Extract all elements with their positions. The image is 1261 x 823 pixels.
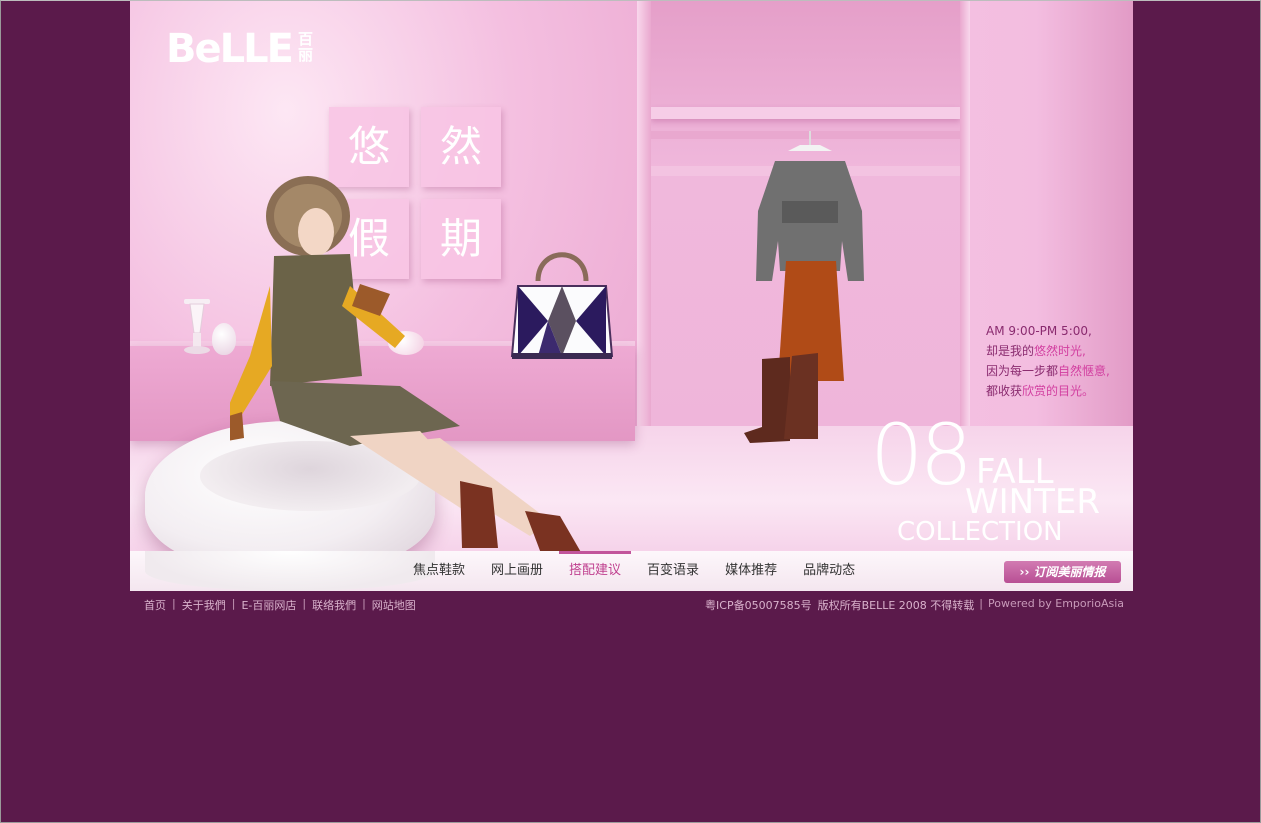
pillar-right <box>960 1 970 431</box>
nav-item-focus-shoes[interactable]: 焦点鞋款 <box>400 551 478 591</box>
tagline-highlight: 悠然时光, <box>1034 344 1086 358</box>
tagline-text: 因为每一步都 <box>986 364 1059 378</box>
divider: | <box>231 597 236 610</box>
double-chevron-icon: ›› <box>1019 565 1030 579</box>
chair-base <box>145 551 435 591</box>
tagline-line: 都收获欣赏的目光。 <box>986 381 1110 401</box>
title-tile: 悠 <box>329 107 409 187</box>
subscribe-button[interactable]: ›› 订阅美丽情报 <box>1004 561 1121 583</box>
main-nav: 焦点鞋款 网上画册 搭配建议 百变语录 媒体推荐 品牌动态 ›› 订阅美丽情报 <box>130 551 1133 591</box>
pillar-left <box>637 1 651 431</box>
tagline-line: 因为每一步都自然惬意, <box>986 361 1110 381</box>
divider: | <box>362 597 366 610</box>
footer-copyright: 粤ICP备05007585号 版权所有BELLE 2008 不得转载 | Pow… <box>705 597 1124 613</box>
brand-logo-cn: 百丽 <box>298 30 314 64</box>
subscribe-label: 订阅美丽情报 <box>1033 565 1106 579</box>
title-tile: 然 <box>421 107 501 187</box>
footer-link-about[interactable]: 关于我們 <box>182 597 226 613</box>
footer-link-home[interactable]: 首页 <box>144 597 166 613</box>
model-photo <box>230 176 581 551</box>
divider: | <box>302 597 307 610</box>
collection-label: COLLECTION <box>897 517 1063 547</box>
footer-link-eshop[interactable]: E-百丽网店 <box>241 597 296 613</box>
tagline-highlight: 欣赏的目光。 <box>1022 384 1095 398</box>
tagline-text: 都收获 <box>986 384 1023 398</box>
nav-item-online-album[interactable]: 网上画册 <box>478 551 556 591</box>
closet-shelf <box>651 107 960 119</box>
nav-item-styling-tips[interactable]: 搭配建议 <box>556 551 634 591</box>
footer-links: 首页 | 关于我們 | E-百丽网店 | 联络我們 | 网站地图 <box>144 597 416 613</box>
collection-year: 08 <box>870 406 973 504</box>
nav-menu: 焦点鞋款 网上画册 搭配建议 百变语录 媒体推荐 品牌动态 <box>400 551 868 591</box>
footer-link-sitemap[interactable]: 网站地图 <box>372 597 416 613</box>
hero-tagline: AM 9:00-PM 5:00, 却是我的悠然时光, 因为每一步都自然惬意, 都… <box>986 321 1110 401</box>
nav-item-brand-news[interactable]: 品牌动态 <box>790 551 868 591</box>
copyright-text: 版权所有BELLE 2008 不得转载 <box>817 599 975 612</box>
outfit-display <box>744 131 864 443</box>
divider: | <box>979 597 983 610</box>
brand-logo[interactable]: BeLLE <box>166 29 294 69</box>
icp-number[interactable]: 粤ICP备05007585号 <box>705 597 812 613</box>
nav-item-media[interactable]: 媒体推荐 <box>712 551 790 591</box>
tagline-line: 却是我的悠然时光, <box>986 341 1110 361</box>
footer-link-contact[interactable]: 联络我們 <box>312 597 356 613</box>
divider: | <box>172 597 176 610</box>
collection-winter: WINTER <box>965 482 1100 522</box>
tagline-line: AM 9:00-PM 5:00, <box>986 324 1092 338</box>
hero-banner: BeLLE 百丽 悠 然 假 期 AM 9:00-PM 5:00, 却是我的悠然… <box>130 1 1133 551</box>
nav-item-quotes[interactable]: 百变语录 <box>634 551 712 591</box>
vase-decoration <box>184 299 210 354</box>
tagline-highlight: 自然惬意, <box>1058 364 1110 378</box>
tagline-text: 却是我的 <box>986 344 1035 358</box>
powered-by[interactable]: Powered by EmporioAsia <box>988 597 1124 613</box>
